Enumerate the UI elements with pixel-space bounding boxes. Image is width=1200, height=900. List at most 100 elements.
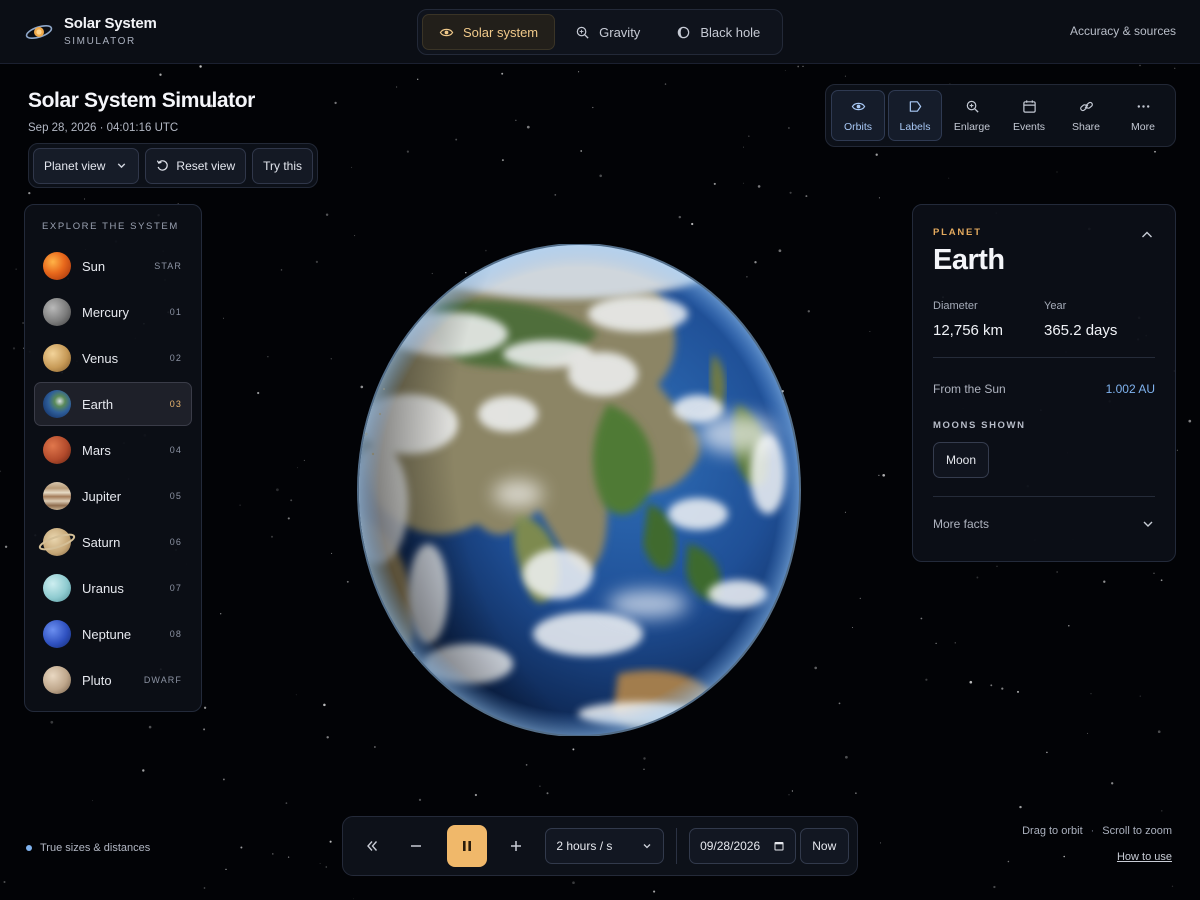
planet-code: 08 [169,629,182,639]
planet-code: DWARF [143,675,182,685]
moon-phase-icon [678,26,690,38]
eye-icon [439,28,454,36]
star [920,617,923,620]
explore-panel: EXPLORE THE SYSTEM Sun STAR Mercury 01 V… [24,204,202,712]
star [869,331,871,332]
star [878,474,880,477]
divider [933,496,1155,497]
planet-code: 05 [169,491,182,501]
reset-icon [157,160,169,171]
star [1188,419,1192,423]
faster-button[interactable] [499,828,533,864]
star [526,125,530,129]
mars-icon [43,436,71,464]
planet-item-venus[interactable]: Venus 02 [34,336,192,380]
star [1017,690,1019,693]
star [539,785,541,788]
events-button[interactable]: Events [1002,90,1056,141]
planet-item-neptune[interactable]: Neptune 08 [34,612,192,656]
moon-chip[interactable]: Moon [933,442,990,478]
planet-item-sun[interactable]: Sun STAR [34,244,192,288]
star [1007,860,1010,863]
star [50,720,54,724]
toggle-orbits[interactable]: Orbits [831,90,885,141]
accuracy-sources-link[interactable]: Accuracy & sources [1070,24,1176,38]
star [220,613,222,615]
stat-label: Diameter [933,300,978,312]
stat-value: 365.2 days [1044,322,1118,339]
speed-select[interactable]: 2 hours / s [545,828,665,864]
planet-item-pluto[interactable]: Pluto DWARF [34,658,192,702]
planet-item-earth[interactable]: Earth 03 [34,382,192,426]
star [788,127,790,129]
star [334,101,337,105]
star [270,535,274,538]
tab-gravity[interactable]: Gravity [559,14,656,50]
now-button[interactable]: Now [799,828,849,864]
more-button[interactable]: More [1116,90,1170,141]
planet-item-saturn[interactable]: Saturn 06 [34,520,192,564]
hint-scroll: Scroll to zoom [1102,825,1172,837]
title-block: Solar System Simulator Sep 28, 2026 · 04… [28,88,255,134]
rewind-button[interactable] [355,828,389,864]
star [1139,64,1141,67]
pause-button[interactable] [447,825,488,867]
planet-item-jupiter[interactable]: Jupiter 05 [34,474,192,518]
star [797,65,800,68]
brand[interactable]: Solar System SIMULATOR [24,14,157,50]
simulator-stage[interactable]: Solar System SIMULATOR Solar system Grav… [0,0,1200,900]
star [287,856,290,858]
planet-render-earth[interactable] [318,243,804,737]
neptune-icon [43,620,71,648]
tool-label: Labels [899,120,931,133]
uranus-icon [43,574,71,602]
planet-name: Neptune [82,626,132,642]
date-input[interactable]: 09/28/2026 [689,828,796,864]
planet-item-mercury[interactable]: Mercury 01 [34,290,192,334]
star [599,174,602,178]
star [240,846,243,849]
toggle-enlarge[interactable]: Enlarge [945,90,999,141]
more-facts-toggle[interactable]: More facts [933,511,1155,531]
chevron-down-icon [1143,521,1153,527]
star [1153,572,1155,575]
tool-label: Events [1012,120,1046,133]
star [580,150,583,152]
how-to-use-link[interactable]: How to use [1117,851,1172,863]
view-select[interactable]: Planet view [33,147,140,184]
tab-solar-system[interactable]: Solar system [422,14,556,50]
star [1019,805,1022,809]
toggle-labels[interactable]: Labels [888,90,942,141]
display-toolbar: Orbits Labels Enlarge Events Share More [825,84,1176,147]
reset-view-button[interactable]: Reset view [145,147,247,184]
planet-item-mars[interactable]: Mars 04 [34,428,192,472]
tool-label: Orbits [843,120,872,133]
star [748,135,750,137]
time-controls: 2 hours / s 09/28/2026 Now [342,816,858,876]
tab-black-hole[interactable]: Black hole [660,14,776,50]
star [354,235,356,237]
star [92,800,94,802]
star [546,792,549,795]
tab-label: Solar system [463,24,539,40]
chevron-up-icon[interactable] [1137,225,1157,245]
star [757,185,761,188]
share-button[interactable]: Share [1059,90,1113,141]
planet-code: 01 [169,307,182,317]
tab-label: Black hole [700,24,761,40]
planet-item-uranus[interactable]: Uranus 07 [34,566,192,610]
distance-value: 1.002 AU [1105,382,1155,396]
planet-stats: Diameter 12,756 km Year 365.2 days [933,300,1155,339]
star [3,880,6,884]
star [805,195,808,198]
try-this-button[interactable]: Try this [252,147,313,184]
star [417,78,419,80]
star [225,868,227,871]
star [239,504,241,506]
star [501,72,504,75]
sun-icon [43,252,71,280]
slower-button[interactable] [399,828,433,864]
planet-name: Saturn [82,534,121,550]
star [1154,150,1156,153]
calendar-icon [774,842,784,851]
